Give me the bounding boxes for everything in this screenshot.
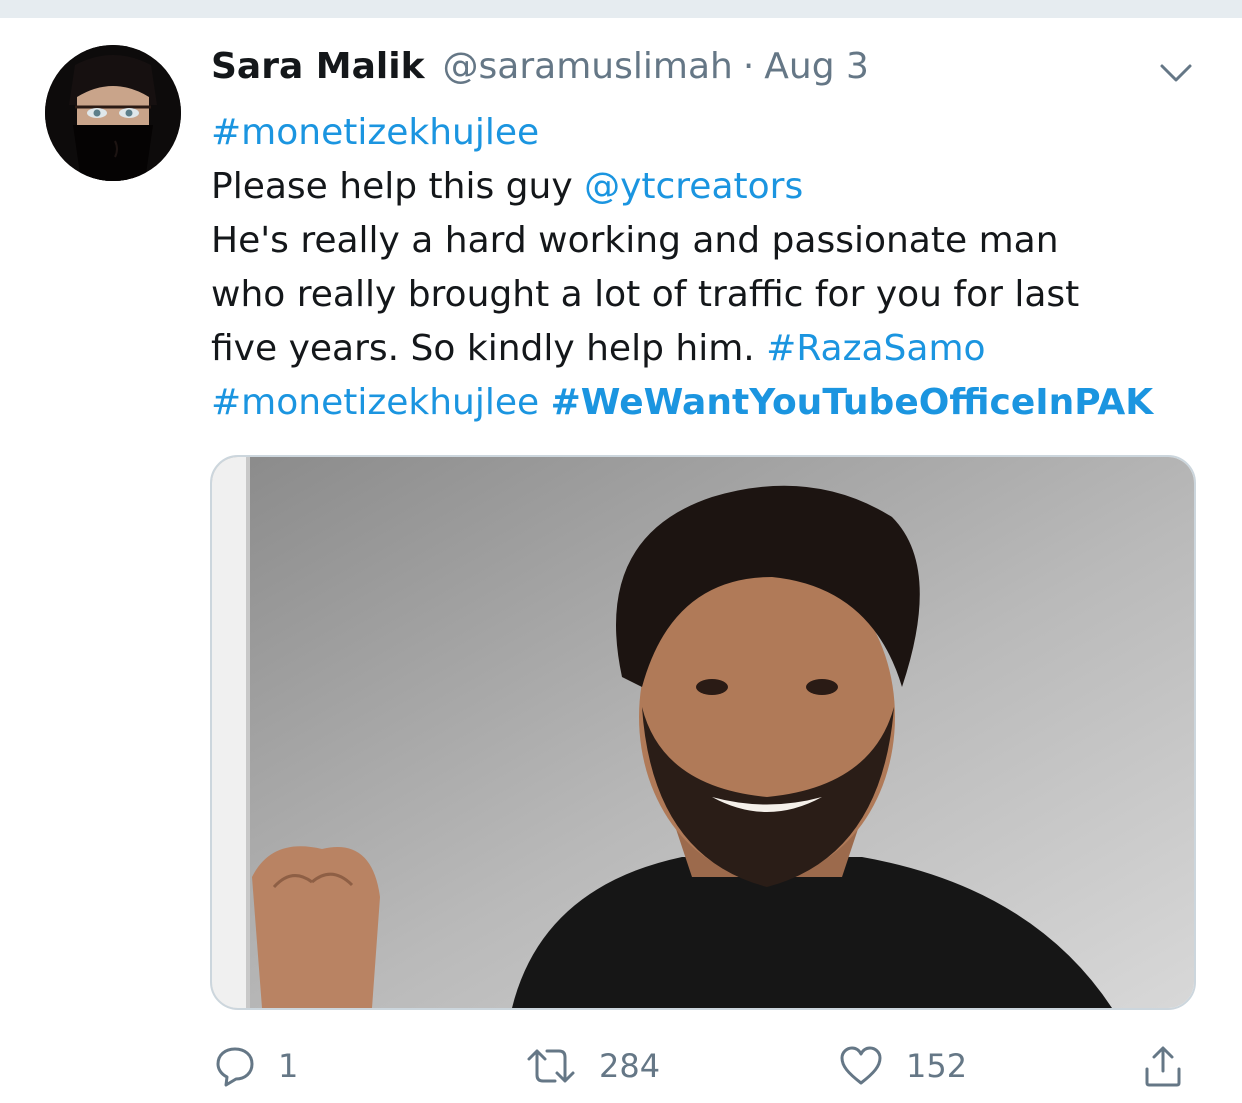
hashtag-link[interactable]: #monetizekhujlee bbox=[211, 382, 539, 423]
reply-count: 1 bbox=[278, 1047, 299, 1085]
tweet-line: who really brought a lot of traffic for … bbox=[211, 274, 1080, 315]
tweet-text: Please help this guy bbox=[211, 166, 585, 207]
share-button[interactable] bbox=[1143, 1045, 1183, 1089]
tweet-actions: 1 284 152 bbox=[0, 1035, 1242, 1095]
heart-icon bbox=[838, 1045, 884, 1087]
tweet-text: five years. So kindly help him. bbox=[211, 328, 767, 369]
tweet-line: He's really a hard working and passionat… bbox=[211, 220, 1059, 261]
tweet-body: #monetizekhujlee Please help this guy @y… bbox=[211, 106, 1221, 430]
hashtag-link[interactable]: #RazaSamo bbox=[766, 328, 985, 369]
mention-link[interactable]: @ytcreators bbox=[584, 166, 803, 207]
tweet-media-photo[interactable] bbox=[210, 455, 1196, 1010]
author-handle[interactable]: @saramuslimah bbox=[443, 46, 733, 87]
tweet-date[interactable]: Aug 3 bbox=[764, 46, 869, 87]
top-divider bbox=[0, 0, 1242, 18]
retweet-icon bbox=[525, 1045, 577, 1087]
avatar[interactable] bbox=[45, 45, 181, 181]
retweet-button[interactable]: 284 bbox=[525, 1045, 660, 1087]
hashtag-link[interactable]: #WeWantYouTubeOfficeInPAK bbox=[551, 382, 1153, 423]
header-separator: · bbox=[742, 46, 755, 87]
tweet-text-space bbox=[539, 382, 550, 423]
tweet-line: #monetizekhujlee bbox=[211, 106, 1221, 160]
reply-icon bbox=[214, 1045, 256, 1087]
like-count: 152 bbox=[906, 1047, 968, 1085]
tweet-line: Please help this guy @ytcreators bbox=[211, 160, 1221, 214]
share-icon bbox=[1143, 1045, 1183, 1089]
chevron-down-icon[interactable] bbox=[1158, 60, 1194, 86]
tweet-line: #monetizekhujlee #WeWantYouTubeOfficeInP… bbox=[211, 376, 1221, 430]
tweet-line: five years. So kindly help him. #RazaSam… bbox=[211, 322, 1221, 376]
hashtag-link[interactable]: #monetizekhujlee bbox=[211, 112, 539, 153]
author-name[interactable]: Sara Malik bbox=[211, 46, 425, 87]
reply-button[interactable]: 1 bbox=[214, 1045, 298, 1087]
retweet-count: 284 bbox=[599, 1047, 661, 1085]
tweet-header: Sara Malik @saramuslimah · Aug 3 bbox=[211, 46, 869, 96]
like-button[interactable]: 152 bbox=[838, 1045, 967, 1087]
